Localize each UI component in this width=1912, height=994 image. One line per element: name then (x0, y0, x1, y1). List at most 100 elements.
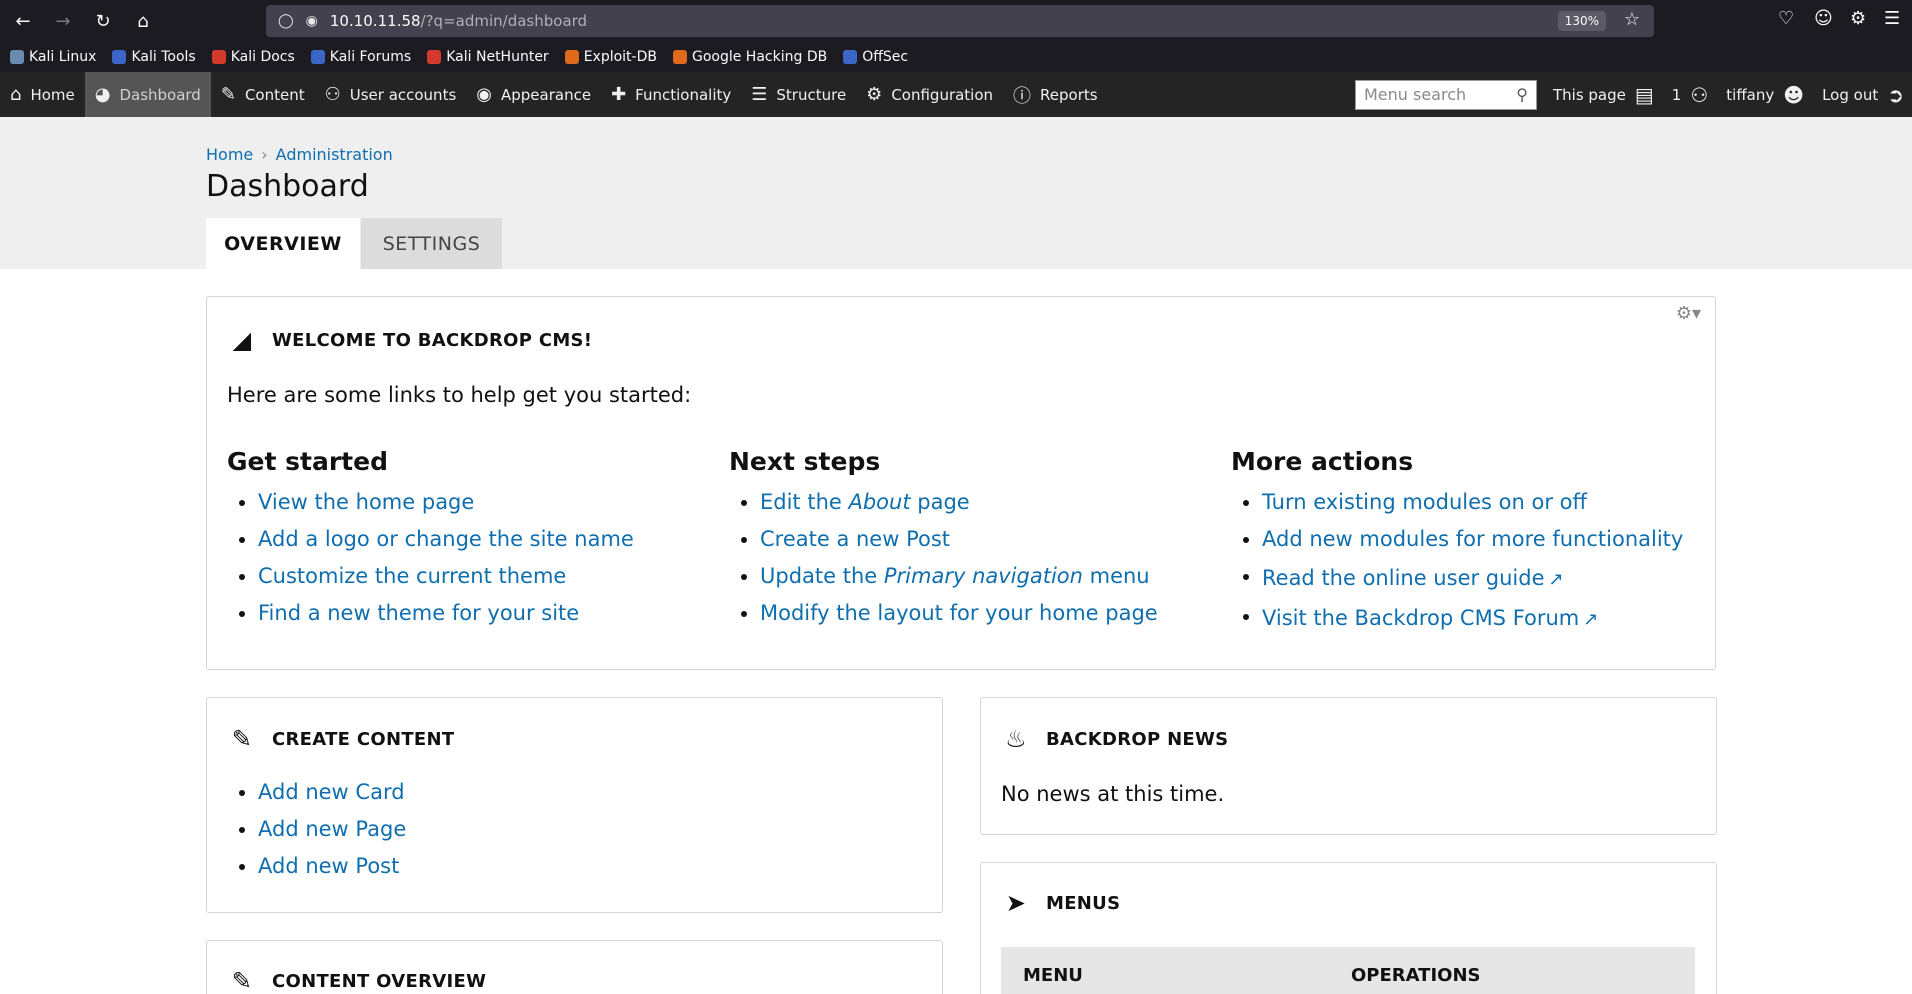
users-icon: ⚇ (324, 84, 341, 105)
list-item: View the home page (227, 484, 634, 521)
gear-icon[interactable]: ⚙▾ (1676, 303, 1701, 324)
note-icon: ◢ (232, 326, 252, 354)
pocket-icon[interactable]: ♡ (1778, 8, 1794, 29)
forward-icon[interactable]: → (46, 4, 80, 38)
breadcrumb-home[interactable]: Home (206, 145, 253, 164)
logout-button[interactable]: Log out ➲ (1822, 83, 1904, 107)
menu-search-input[interactable]: Menu search ⚲ (1354, 79, 1537, 110)
document-icon: ▤ (1634, 82, 1654, 107)
col-operations: OPERATIONS (1351, 965, 1481, 986)
logout-icon: ➲ (1887, 82, 1904, 107)
bookmark-kali-nethunter[interactable]: Kali NetHunter (427, 49, 549, 65)
gauge-icon: ◕ (94, 84, 111, 105)
bookmark-star-icon[interactable]: ☆ (1624, 9, 1640, 30)
url-bar[interactable]: ◯ ◉ 10.10.11.58/?q=admin/dashboard 130% … (266, 5, 1654, 37)
url-host: 10.10.11.58 (329, 12, 421, 30)
menus-title: ➤ MENUS (1001, 889, 1120, 917)
list-item: Update the Primary navigation menu (729, 558, 1158, 595)
bookmark-offsec[interactable]: OffSec (843, 49, 908, 65)
admin-menu-reports[interactable]: ⓘ Reports (1003, 72, 1108, 117)
external-link-icon: ↗ (1583, 609, 1599, 630)
list-item: Visit the Backdrop CMS Forum ↗ (1231, 598, 1683, 638)
add-modules-link[interactable]: Add new modules for more functionality (1262, 527, 1683, 551)
list-item: Add new Post (227, 848, 406, 885)
edit-icon: ✎ (231, 725, 253, 753)
google-hacking-db-icon (672, 50, 687, 64)
tab-settings[interactable]: SETTINGS (361, 218, 502, 269)
this-page-button[interactable]: This page ▤ (1553, 83, 1654, 107)
col-menu: MENU (1023, 965, 1083, 986)
add-logo-link[interactable]: Add a logo or change the site name (258, 527, 634, 551)
list-item: Add new Card (227, 774, 406, 811)
admin-bar: ⌂ Home ◕ Dashboard ✎ Content ⚇ User accounts… (0, 72, 1912, 117)
bookmark-kali-linux[interactable]: Kali Linux (10, 49, 96, 65)
get-started-column: Get started View the home page Add a log… (227, 447, 634, 632)
admin-menu-functionality[interactable]: ✚ Functionality (601, 72, 741, 117)
more-actions-heading: More actions (1231, 447, 1414, 476)
admin-menu-content[interactable]: ✎ Content (211, 72, 315, 117)
bell-icon: ♨ (1005, 725, 1027, 753)
page-header: Home › Administration Dashboard OVERVIEW S… (0, 117, 1912, 269)
next-steps-heading: Next steps (729, 447, 881, 476)
modify-layout-link[interactable]: Modify the layout for your home page (760, 601, 1158, 625)
bookmark-kali-forums[interactable]: Kali Forums (310, 49, 411, 65)
add-page-link[interactable]: Add new Page (258, 817, 406, 841)
user-circle-icon: ☻ (1783, 82, 1805, 107)
forum-link[interactable]: Visit the Backdrop CMS Forum ↗ (1262, 606, 1598, 630)
back-icon[interactable]: ← (6, 4, 40, 38)
kali-forums-icon (310, 50, 325, 64)
view-home-page-link[interactable]: View the home page (258, 490, 474, 514)
main-content: ⚙▾ ◢ WELCOME TO BACKDROP CMS! Here are so… (0, 269, 1912, 994)
account-icon[interactable]: ☺ (1814, 8, 1833, 29)
chevron-circle-right-icon: ➤ (1005, 889, 1027, 917)
toggle-modules-link[interactable]: Turn existing modules on or off (1262, 490, 1587, 514)
bookmark-exploit-db[interactable]: Exploit-DB (564, 49, 657, 65)
edit-about-link[interactable]: Edit the About page (760, 490, 970, 514)
home-icon[interactable]: ⌂ (126, 4, 160, 38)
tab-overview[interactable]: OVERVIEW (206, 218, 360, 269)
kali-tools-icon (112, 50, 127, 64)
user-count[interactable]: 1 ⚇ (1672, 83, 1708, 107)
admin-menu-appearance[interactable]: ◉ Appearance (466, 72, 601, 117)
backdrop-news-title: ♨ BACKDROP NEWS (1001, 725, 1228, 753)
bookmark-google-hacking-db[interactable]: Google Hacking DB (672, 49, 827, 65)
admin-menu-structure[interactable]: ☰ Structure (741, 72, 856, 117)
admin-menu-configuration[interactable]: ⚙ Configuration (856, 72, 1003, 117)
app-menu-icon[interactable]: ☰ (1884, 8, 1900, 29)
zoom-level[interactable]: 130% (1557, 11, 1606, 31)
list-item: Customize the current theme (227, 558, 634, 595)
user-account-button[interactable]: tiffany ☻ (1726, 83, 1804, 107)
create-content-title: ✎ CREATE CONTENT (227, 725, 454, 753)
create-content-list: Add new Card Add new Page Add new Post (227, 774, 406, 885)
external-link-icon: ↗ (1548, 569, 1564, 590)
update-nav-link[interactable]: Update the Primary navigation menu (760, 564, 1150, 588)
layers-icon: ☰ (751, 84, 768, 105)
extensions-icon[interactable]: ⚙ (1850, 8, 1866, 29)
reload-icon[interactable]: ↻ (86, 4, 120, 38)
add-post-link[interactable]: Add new Post (258, 854, 399, 878)
breadcrumb-administration[interactable]: Administration (276, 145, 393, 164)
menus-table-header: MENU OPERATIONS (1001, 947, 1695, 994)
list-item: Add new Page (227, 811, 406, 848)
create-post-link[interactable]: Create a new Post (760, 527, 950, 551)
offsec-icon (843, 50, 858, 64)
get-started-heading: Get started (227, 447, 388, 476)
more-actions-column: More actions Turn existing modules on or… (1231, 447, 1683, 638)
bookmarks-bar: Kali Linux Kali Tools Kali Docs Kali For… (0, 42, 1912, 72)
add-card-link[interactable]: Add new Card (258, 780, 405, 804)
content-overview-card: ✎ CONTENT OVERVIEW (206, 940, 943, 994)
admin-menu-dashboard[interactable]: ◕ Dashboard (84, 72, 211, 117)
gear-icon: ⚙ (866, 84, 883, 105)
puzzle-icon: ✚ (611, 84, 627, 105)
exploit-db-icon (564, 50, 579, 64)
customize-theme-link[interactable]: Customize the current theme (258, 564, 566, 588)
user-guide-link[interactable]: Read the online user guide ↗ (1262, 566, 1564, 590)
menus-card: ➤ MENUS MENU OPERATIONS (980, 862, 1717, 994)
bookmark-kali-tools[interactable]: Kali Tools (112, 49, 196, 65)
bookmark-kali-docs[interactable]: Kali Docs (211, 49, 295, 65)
admin-menu-user-accounts[interactable]: ⚇ User accounts (315, 72, 467, 117)
find-theme-link[interactable]: Find a new theme for your site (258, 601, 579, 625)
list-item: Find a new theme for your site (227, 595, 634, 632)
admin-menu-home[interactable]: ⌂ Home (0, 72, 85, 117)
welcome-intro: Here are some links to help get you star… (227, 383, 692, 407)
